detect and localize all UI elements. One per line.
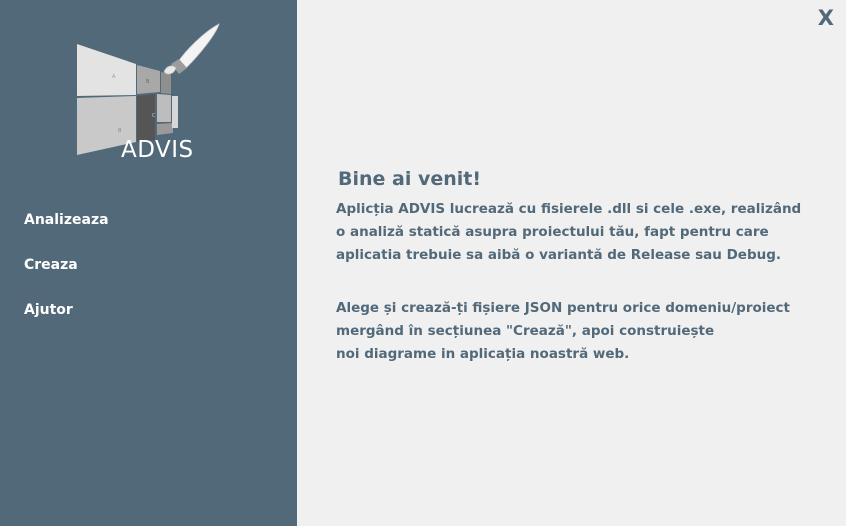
intro-line: aplicatia trebuie sa aibă o variantă de … bbox=[336, 247, 782, 263]
svg-text:A: A bbox=[112, 74, 116, 80]
intro-line: o analiză statică asupra proiectului tău… bbox=[336, 224, 769, 240]
json-line: noi diagrame in aplicația noastră web. bbox=[336, 346, 630, 362]
svg-text:B: B bbox=[146, 79, 150, 85]
svg-text:B: B bbox=[118, 128, 122, 134]
json-paragraph: Alege și crează-ți fișiere JSON pentru o… bbox=[336, 297, 790, 366]
sidebar: A B B C ADVIS Analizeaza Creaza Ajutor bbox=[0, 0, 297, 526]
sidebar-item-analizeaza[interactable]: Analizeaza bbox=[24, 212, 109, 228]
close-button[interactable]: X bbox=[818, 6, 834, 30]
json-line: mergând în secțiunea "Crează", apoi cons… bbox=[336, 323, 715, 339]
page-title: Bine ai venit! bbox=[338, 168, 482, 190]
svg-text:C: C bbox=[152, 113, 156, 119]
sidebar-item-ajutor[interactable]: Ajutor bbox=[24, 302, 73, 318]
intro-line: Aplicția ADVIS lucrează cu fisierele .dl… bbox=[336, 201, 802, 217]
json-line: Alege și crează-ți fișiere JSON pentru o… bbox=[336, 300, 790, 316]
sidebar-item-creaza[interactable]: Creaza bbox=[24, 257, 78, 273]
intro-paragraph: Aplicția ADVIS lucrează cu fisierele .dl… bbox=[336, 198, 801, 267]
logo-text: ADVIS bbox=[121, 137, 194, 163]
